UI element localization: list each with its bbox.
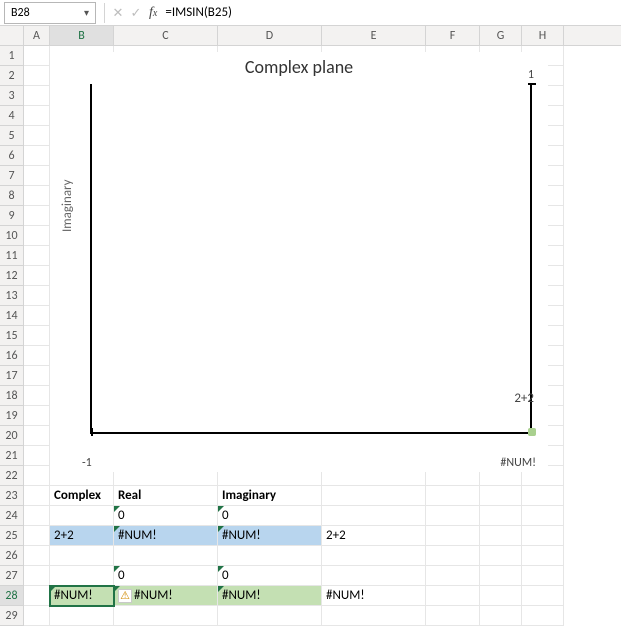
- row-header[interactable]: 20: [0, 426, 24, 446]
- chart-complex-plane[interactable]: Complex plane Imaginary 1 2+2 -1 #NUM!: [50, 52, 548, 472]
- cell[interactable]: #NUM!: [114, 526, 218, 546]
- cell-header-imaginary[interactable]: Imaginary: [218, 486, 322, 506]
- select-all-corner[interactable]: [0, 26, 24, 45]
- row-header[interactable]: 10: [0, 226, 24, 246]
- row-header[interactable]: 29: [0, 606, 24, 626]
- cell[interactable]: [24, 46, 50, 66]
- row-header[interactable]: 24: [0, 506, 24, 526]
- chart-data-marker: [528, 428, 536, 436]
- cell[interactable]: ⚠ #NUM!: [114, 586, 218, 606]
- chart-plot-area: 1 2+2: [90, 84, 532, 434]
- cell[interactable]: #NUM!: [322, 586, 426, 606]
- cell-value: #NUM!: [134, 588, 173, 603]
- cell[interactable]: #NUM!: [218, 586, 322, 606]
- formula-input[interactable]: [161, 5, 621, 20]
- col-header-a[interactable]: A: [24, 26, 50, 45]
- axis-cap: [528, 83, 536, 85]
- column-headers: A B C D E F G H: [0, 26, 621, 46]
- cell[interactable]: 0: [114, 506, 218, 526]
- row-header[interactable]: 2: [0, 66, 24, 86]
- row-header[interactable]: 21: [0, 446, 24, 466]
- enter-check-icon: ✓: [127, 5, 145, 21]
- row-header[interactable]: 13: [0, 286, 24, 306]
- warning-icon[interactable]: ⚠: [118, 589, 132, 603]
- row-header[interactable]: 8: [0, 186, 24, 206]
- cell[interactable]: 0: [218, 506, 322, 526]
- chart-x-tick-left: -1: [82, 456, 92, 470]
- col-header-e[interactable]: E: [322, 26, 426, 45]
- row-header[interactable]: 26: [0, 546, 24, 566]
- row-header[interactable]: 3: [0, 86, 24, 106]
- chart-title: Complex plane: [50, 52, 548, 78]
- row-header[interactable]: 5: [0, 126, 24, 146]
- chart-y-axis-label: Imaginary: [60, 179, 75, 232]
- row-header[interactable]: 16: [0, 346, 24, 366]
- row-header[interactable]: 14: [0, 306, 24, 326]
- cell[interactable]: 0: [218, 566, 322, 586]
- row-header[interactable]: 22: [0, 466, 24, 486]
- cell[interactable]: [24, 486, 50, 506]
- row-header[interactable]: 27: [0, 566, 24, 586]
- separator: [104, 3, 105, 23]
- fx-icon[interactable]: fx: [145, 5, 161, 21]
- cell[interactable]: #NUM!: [218, 526, 322, 546]
- row-header[interactable]: 9: [0, 206, 24, 226]
- chevron-down-icon[interactable]: ▾: [84, 6, 89, 19]
- name-box-value: B28: [11, 6, 30, 20]
- axis-cap: [91, 428, 93, 436]
- chart-data-label: 2+2: [514, 391, 534, 406]
- col-header-g[interactable]: G: [480, 26, 522, 45]
- col-header-h[interactable]: H: [522, 26, 564, 45]
- active-cell[interactable]: #NUM!: [50, 586, 114, 606]
- row-header[interactable]: 23: [0, 486, 24, 506]
- cell[interactable]: 0: [114, 566, 218, 586]
- row-header[interactable]: 6: [0, 146, 24, 166]
- cell[interactable]: [50, 566, 114, 586]
- row-header[interactable]: 4: [0, 106, 24, 126]
- cell[interactable]: 2+2: [50, 526, 114, 546]
- cell[interactable]: 2+2: [322, 526, 426, 546]
- col-header-d[interactable]: D: [218, 26, 322, 45]
- cell-header-complex[interactable]: Complex: [50, 486, 114, 506]
- col-header-b[interactable]: B: [50, 26, 114, 45]
- row-header[interactable]: 12: [0, 266, 24, 286]
- row-header[interactable]: 17: [0, 366, 24, 386]
- spreadsheet-grid[interactable]: A B C D E F G H Complex plane Imaginary …: [0, 26, 621, 626]
- axis-cap: [92, 84, 100, 86]
- row-header[interactable]: 11: [0, 246, 24, 266]
- row-header[interactable]: 1: [0, 46, 24, 66]
- row-header[interactable]: 18: [0, 386, 24, 406]
- row-header[interactable]: 7: [0, 166, 24, 186]
- name-box[interactable]: B28 ▾: [4, 2, 96, 24]
- chart-x-tick-right: #NUM!: [500, 456, 536, 470]
- cell-header-real[interactable]: Real: [114, 486, 218, 506]
- row-header[interactable]: 19: [0, 406, 24, 426]
- row-header[interactable]: 28: [0, 586, 24, 606]
- col-header-c[interactable]: C: [114, 26, 218, 45]
- cell[interactable]: [50, 506, 114, 526]
- col-header-f[interactable]: F: [426, 26, 480, 45]
- row-header[interactable]: 25: [0, 526, 24, 546]
- chart-y-tick: 1: [528, 68, 534, 82]
- cancel-icon: ✕: [109, 5, 127, 21]
- row-header[interactable]: 15: [0, 326, 24, 346]
- chart-right-axis: [530, 84, 532, 432]
- formula-bar: B28 ▾ ✕ ✓ fx: [0, 0, 621, 26]
